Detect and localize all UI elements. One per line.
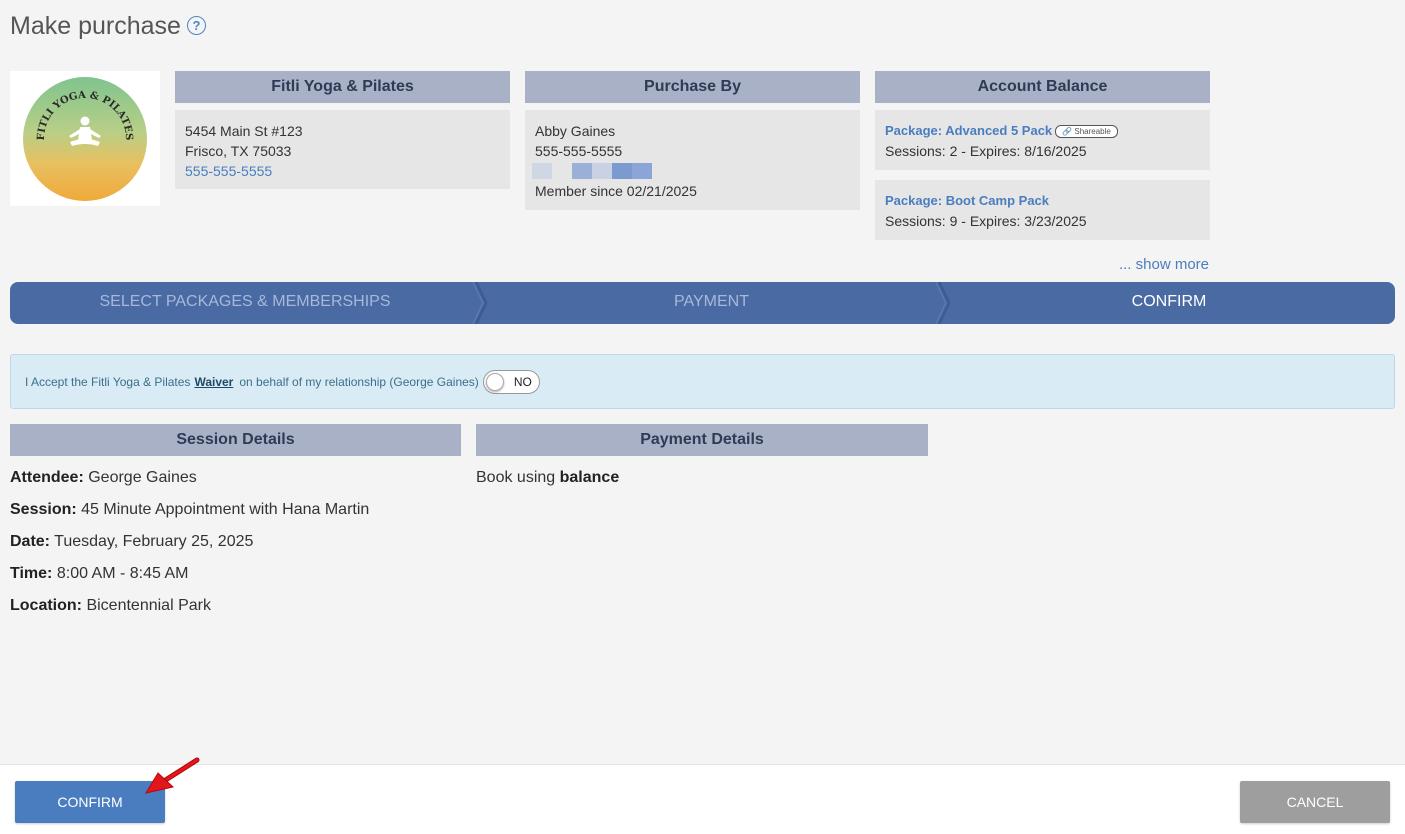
package-card: Package: Boot Camp Pack Sessions: 9 - Ex… bbox=[875, 180, 1210, 240]
checkout-stepper: SELECT PACKAGES & MEMBERSHIPS PAYMENT CO… bbox=[10, 282, 1395, 324]
time-row: Time: 8:00 AM - 8:45 AM bbox=[10, 565, 189, 582]
account-balance-header: Account Balance bbox=[875, 71, 1210, 103]
purchaser-phone: 555-555-5555 bbox=[535, 143, 623, 159]
step-select-packages[interactable]: SELECT PACKAGES & MEMBERSHIPS bbox=[10, 282, 480, 324]
step-confirm: CONFIRM bbox=[1131, 293, 1207, 310]
attendee-value: George Gaines bbox=[88, 469, 197, 486]
business-logo: FITLI YOGA & PILATES bbox=[10, 71, 160, 206]
show-more-link[interactable]: ... show more bbox=[1119, 256, 1209, 273]
package-link[interactable]: Package: Advanced 5 Pack bbox=[885, 123, 1052, 138]
location-value: Bicentennial Park bbox=[86, 597, 211, 614]
package-expires: Expires: 3/23/2025 bbox=[969, 213, 1087, 229]
business-phone-link[interactable]: 555-555-5555 bbox=[185, 161, 500, 181]
step-payment[interactable]: PAYMENT bbox=[480, 282, 943, 324]
package-sessions: Sessions: 9 - bbox=[885, 213, 966, 229]
waiver-alert: I Accept the Fitli Yoga & Pilates Waiver… bbox=[10, 354, 1395, 409]
session-row: Session: 45 Minute Appointment with Hana… bbox=[10, 501, 370, 518]
page-title-text: Make purchase bbox=[10, 12, 181, 40]
session-details-header: Session Details bbox=[10, 424, 461, 456]
business-address-1: 5454 Main St #123 bbox=[185, 123, 303, 139]
payment-method-value: balance bbox=[559, 469, 620, 486]
purchaser-info: Abby Gaines 555-555-5555 Member since 02… bbox=[525, 110, 860, 210]
payment-details-header: Payment Details bbox=[476, 424, 928, 456]
attendee-row: Attendee: George Gaines bbox=[10, 469, 197, 486]
business-address-2: Frisco, TX 75033 bbox=[185, 143, 292, 159]
package-card: Package: Advanced 5 Pack 🔗 Shareable Sess… bbox=[875, 110, 1210, 170]
waiver-suffix: on behalf of my relationship (George Gai… bbox=[239, 374, 479, 389]
page-title: Make purchase ? bbox=[10, 12, 206, 41]
time-value: 8:00 AM - 8:45 AM bbox=[56, 565, 189, 582]
package-expires: Expires: 8/16/2025 bbox=[969, 143, 1087, 159]
payment-method-row: Book using balance bbox=[476, 469, 620, 486]
step-divider bbox=[472, 282, 488, 324]
waiver-toggle[interactable]: NO bbox=[482, 369, 540, 394]
toggle-label: NO bbox=[513, 374, 532, 389]
cancel-button[interactable]: CANCEL bbox=[1240, 781, 1390, 823]
purchaser-name: Abby Gaines bbox=[535, 123, 616, 139]
location-row: Location: Bicentennial Park bbox=[10, 597, 211, 614]
package-sessions: Sessions: 2 - bbox=[885, 143, 966, 159]
business-header: Fitli Yoga & Pilates bbox=[175, 71, 510, 103]
waiver-prefix: I Accept the Fitli Yoga & Pilates bbox=[25, 374, 191, 389]
purchaser-header: Purchase By bbox=[525, 71, 860, 103]
logo-image: FITLI YOGA & PILATES bbox=[23, 76, 147, 201]
member-since: Member since 02/21/2025 bbox=[535, 183, 697, 199]
redacted-email bbox=[532, 161, 850, 181]
shareable-badge: 🔗 Shareable bbox=[1055, 125, 1118, 138]
toggle-knob bbox=[485, 372, 504, 391]
package-link[interactable]: Package: Boot Camp Pack bbox=[885, 193, 1049, 208]
annotation-arrow-icon bbox=[144, 757, 200, 794]
business-info: 5454 Main St #123 Frisco, TX 75033 555-5… bbox=[175, 110, 510, 189]
date-row: Date: Tuesday, February 25, 2025 bbox=[10, 533, 254, 550]
session-value: 45 Minute Appointment with Hana Martin bbox=[81, 501, 370, 518]
step-divider bbox=[935, 282, 951, 324]
waiver-link[interactable]: Waiver bbox=[194, 375, 233, 389]
action-footer: CONFIRM CANCEL bbox=[0, 764, 1405, 834]
date-value: Tuesday, February 25, 2025 bbox=[54, 533, 254, 550]
help-icon[interactable]: ? bbox=[186, 16, 206, 35]
